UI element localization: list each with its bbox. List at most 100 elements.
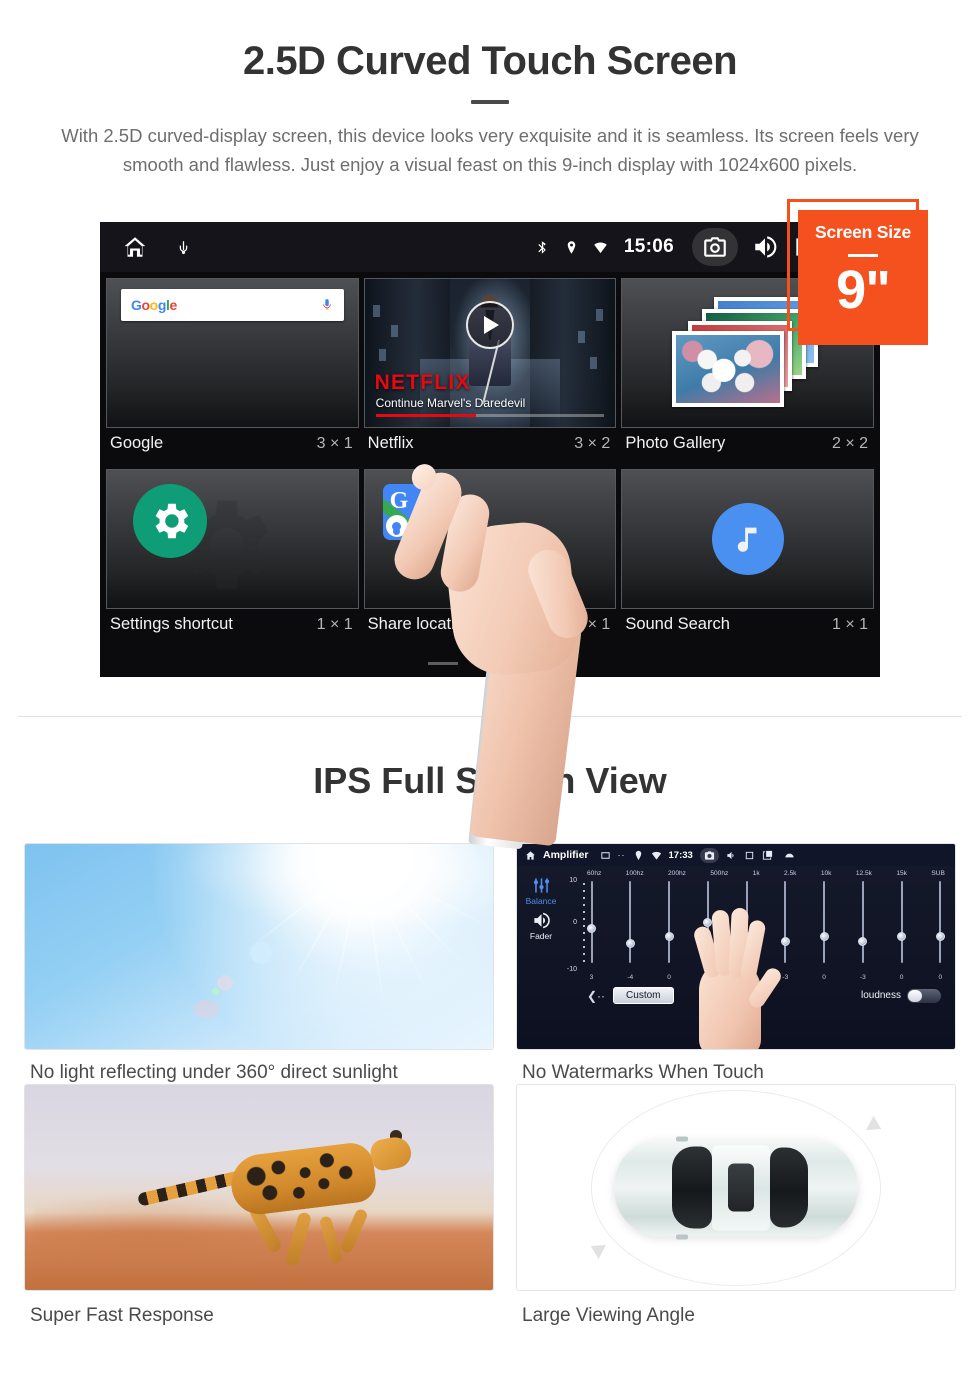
widget-share-location[interactable]: G Share location 1 × 1 bbox=[363, 469, 617, 644]
section-ips-underline-rule bbox=[472, 815, 508, 819]
widget-preview-netflix[interactable]: NETFLIX Continue Marvel's Daredevil bbox=[363, 278, 617, 428]
google-maps-icon[interactable]: G bbox=[382, 484, 439, 540]
page-dot[interactable] bbox=[428, 662, 458, 665]
home-icon[interactable] bbox=[122, 234, 148, 260]
widget-label-row: Netflix 3 × 2 bbox=[364, 428, 617, 463]
google-search-bar[interactable]: Google bbox=[121, 289, 344, 321]
recent-apps-icon[interactable] bbox=[762, 850, 773, 861]
music-note-icon[interactable] bbox=[711, 503, 784, 575]
band-value: 0 bbox=[938, 974, 943, 981]
badge-title: Screen Size bbox=[814, 222, 912, 242]
band-label: 12.5k bbox=[855, 870, 872, 877]
close-box-icon[interactable] bbox=[744, 850, 755, 861]
netflix-continue-title: Continue Marvel's Daredevil bbox=[375, 396, 526, 410]
widget-name: Netflix bbox=[367, 434, 414, 452]
home-icon[interactable] bbox=[525, 850, 536, 861]
eq-slider[interactable] bbox=[858, 879, 868, 973]
section-description: With 2.5D curved-display screen, this de… bbox=[61, 125, 919, 175]
band-value: 0 bbox=[822, 974, 826, 981]
widget-name: Photo Gallery bbox=[625, 434, 726, 452]
badge-size-value: 9" bbox=[836, 260, 891, 320]
widget-google[interactable]: Google Google 3 × 1 bbox=[106, 278, 359, 463]
amplifier-clock: 17:33 bbox=[668, 849, 693, 861]
sliders-icon[interactable] bbox=[532, 876, 551, 895]
hand-touching-equalizer bbox=[683, 906, 785, 1049]
feature-card-no-watermarks: Amplifier ·· 17:33 Balance Fader 60hz 10… bbox=[516, 843, 956, 1084]
widget-preview-share-location[interactable]: G bbox=[363, 469, 617, 609]
bluetooth-icon bbox=[535, 238, 550, 257]
band-label: 500hz bbox=[710, 870, 729, 877]
speaker-icon[interactable] bbox=[532, 911, 551, 930]
gear-icon[interactable] bbox=[133, 484, 207, 558]
volume-icon[interactable] bbox=[726, 850, 737, 861]
sidebar-label-balance[interactable]: Balance bbox=[521, 896, 561, 906]
location-pin-icon bbox=[633, 850, 644, 861]
widget-name: Sound Search bbox=[625, 615, 730, 633]
play-icon[interactable] bbox=[465, 301, 514, 349]
band-value: 0 bbox=[667, 974, 671, 981]
band-value: -3 bbox=[782, 974, 789, 981]
car-top-view-diagram bbox=[516, 1084, 956, 1291]
feature-caption: No light reflecting under 360° direct su… bbox=[30, 1062, 398, 1083]
section-ips-title: IPS Full Screen View bbox=[313, 760, 667, 801]
page-dot[interactable] bbox=[475, 662, 505, 665]
feature-caption: Large Viewing Angle bbox=[522, 1305, 695, 1326]
band-label: 2.5k bbox=[783, 870, 797, 877]
wifi-icon bbox=[651, 850, 662, 861]
eq-slider[interactable] bbox=[625, 879, 635, 973]
netflix-brand-logo: NETFLIX bbox=[374, 371, 471, 394]
amplifier-status-bar: Amplifier ·· 17:33 bbox=[517, 844, 955, 866]
more-icon: ·· bbox=[617, 850, 626, 860]
title-underline-rule bbox=[471, 100, 509, 104]
section-divider bbox=[18, 716, 962, 717]
widget-sound-search[interactable]: Sound Search 1 × 1 bbox=[621, 469, 874, 644]
eq-slider[interactable] bbox=[587, 879, 596, 973]
equalizer-band-labels: 60hz 100hz 200hz 500hz 1k 2.5k 10k 12.5k… bbox=[561, 870, 949, 877]
band-value: 3 bbox=[589, 974, 594, 981]
sidebar-label-fader[interactable]: Fader bbox=[521, 931, 561, 941]
widget-preview-google[interactable]: Google bbox=[106, 278, 359, 428]
loudness-toggle[interactable] bbox=[907, 988, 941, 1003]
page-dot-active[interactable] bbox=[522, 662, 552, 665]
sd-card-icon bbox=[600, 850, 611, 861]
camera-icon[interactable] bbox=[699, 847, 719, 863]
eq-slider[interactable] bbox=[935, 879, 945, 973]
car-body bbox=[614, 1136, 858, 1239]
location-pin-icon bbox=[564, 238, 579, 257]
eq-preset-button[interactable]: Custom bbox=[613, 987, 674, 1004]
scale-min: -10 bbox=[566, 966, 577, 973]
section-curved-touch-screen: 2.5D Curved Touch Screen With 2.5D curve… bbox=[0, 0, 980, 179]
badge-divider bbox=[848, 254, 878, 257]
eq-slider[interactable] bbox=[819, 879, 829, 973]
page-indicator[interactable] bbox=[100, 662, 880, 665]
eq-slider[interactable] bbox=[780, 879, 790, 973]
widget-preview-settings[interactable] bbox=[106, 469, 359, 609]
microphone-icon[interactable] bbox=[320, 296, 334, 314]
widget-grid-row-2: Settings shortcut 1 × 1 G Share location… bbox=[100, 463, 880, 644]
band-label: 1k bbox=[752, 870, 760, 877]
chevron-left-icon[interactable]: ❮·· bbox=[587, 989, 605, 1003]
band-label: SUB bbox=[931, 870, 945, 877]
widget-label-row: Google 3 × 1 bbox=[106, 428, 359, 463]
widget-settings-shortcut[interactable]: Settings shortcut 1 × 1 bbox=[106, 469, 359, 644]
widget-netflix[interactable]: NETFLIX Continue Marvel's Daredevil Netf… bbox=[363, 278, 617, 463]
loudness-control[interactable]: loudness bbox=[861, 988, 941, 1003]
widget-label-row: Photo Gallery 2 × 2 bbox=[621, 428, 874, 463]
eq-slider[interactable] bbox=[664, 879, 674, 973]
running-cheetah-photo bbox=[24, 1084, 494, 1291]
widget-size: 1 × 1 bbox=[831, 615, 868, 633]
widget-preview-sound-search[interactable] bbox=[621, 469, 874, 609]
scale-mid: 0 bbox=[573, 919, 577, 927]
widget-size: 3 × 1 bbox=[316, 434, 353, 452]
widget-name: Settings shortcut bbox=[110, 615, 233, 633]
page-title: 2.5D Curved Touch Screen bbox=[242, 39, 738, 83]
back-arrow-icon[interactable] bbox=[784, 850, 795, 861]
google-logo: Google bbox=[131, 297, 177, 313]
volume-icon[interactable] bbox=[752, 234, 778, 260]
band-label: 60hz bbox=[587, 870, 602, 877]
widget-name: Share location bbox=[367, 615, 474, 633]
camera-icon[interactable] bbox=[692, 228, 738, 266]
widget-size: 1 × 1 bbox=[316, 615, 353, 633]
eq-slider[interactable] bbox=[897, 879, 907, 973]
band-label: 10k bbox=[820, 870, 832, 877]
